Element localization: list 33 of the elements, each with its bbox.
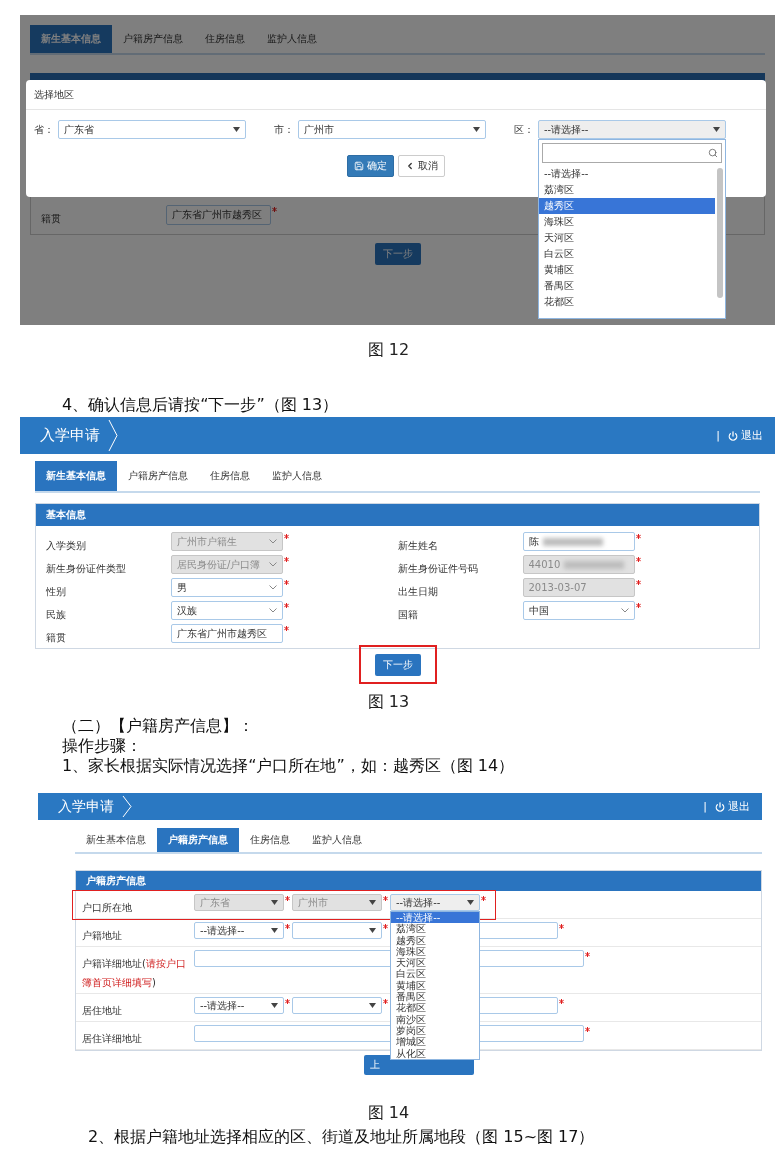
- field-label: 民族: [46, 609, 66, 620]
- field-label: 户籍详细地址(请按户口簿首页详细填写): [82, 958, 186, 988]
- instruction-text: 1、家长根据实际情况选择“户口所在地”，如：越秀区（图 14）: [62, 756, 515, 775]
- figure-caption: 图 14: [367, 1103, 410, 1123]
- field-label: 新生身份证件号码: [397, 563, 478, 574]
- field-label: 籍贯: [46, 632, 66, 643]
- field-label: 户口所在地: [82, 902, 132, 913]
- app-title: 入学申请: [58, 797, 114, 816]
- instruction-text: 操作步骤：: [62, 736, 142, 755]
- field-label: 区：: [514, 123, 534, 136]
- field-label: 籍贯: [41, 213, 61, 224]
- instruction-text: 4、确认信息后请按“下一步”（图 13）: [62, 395, 339, 414]
- field-label: 居住地址: [82, 1005, 122, 1016]
- field-label: 市：: [274, 123, 294, 136]
- field-label: 入学类别: [46, 540, 86, 551]
- instruction-text: 2、根据户籍地址选择相应的区、街道及地址所属地段（图 15~图 17）: [88, 1127, 595, 1146]
- field-label: 省：: [34, 123, 54, 136]
- field-label: 户籍地址: [82, 930, 122, 941]
- field-label: 新生身份证件类型: [46, 563, 126, 574]
- app-title: 入学申请: [40, 426, 100, 445]
- panel-header: 户籍房产信息: [76, 871, 761, 891]
- field-label: 新生姓名: [397, 540, 438, 551]
- panel-header: 基本信息: [36, 504, 759, 526]
- field-label: 出生日期: [397, 586, 438, 597]
- dialog-title: 选择地区: [26, 80, 766, 110]
- field-label: 居住详细地址: [82, 1033, 142, 1044]
- figure-caption: 图 12: [367, 340, 410, 360]
- figure-caption: 图 13: [367, 692, 410, 712]
- section-heading: （二）【户籍房产信息】：: [62, 716, 254, 735]
- separator: |: [703, 800, 707, 813]
- field-label: 性别: [46, 586, 66, 597]
- field-label: 国籍: [397, 609, 418, 620]
- separator: |: [716, 429, 720, 442]
